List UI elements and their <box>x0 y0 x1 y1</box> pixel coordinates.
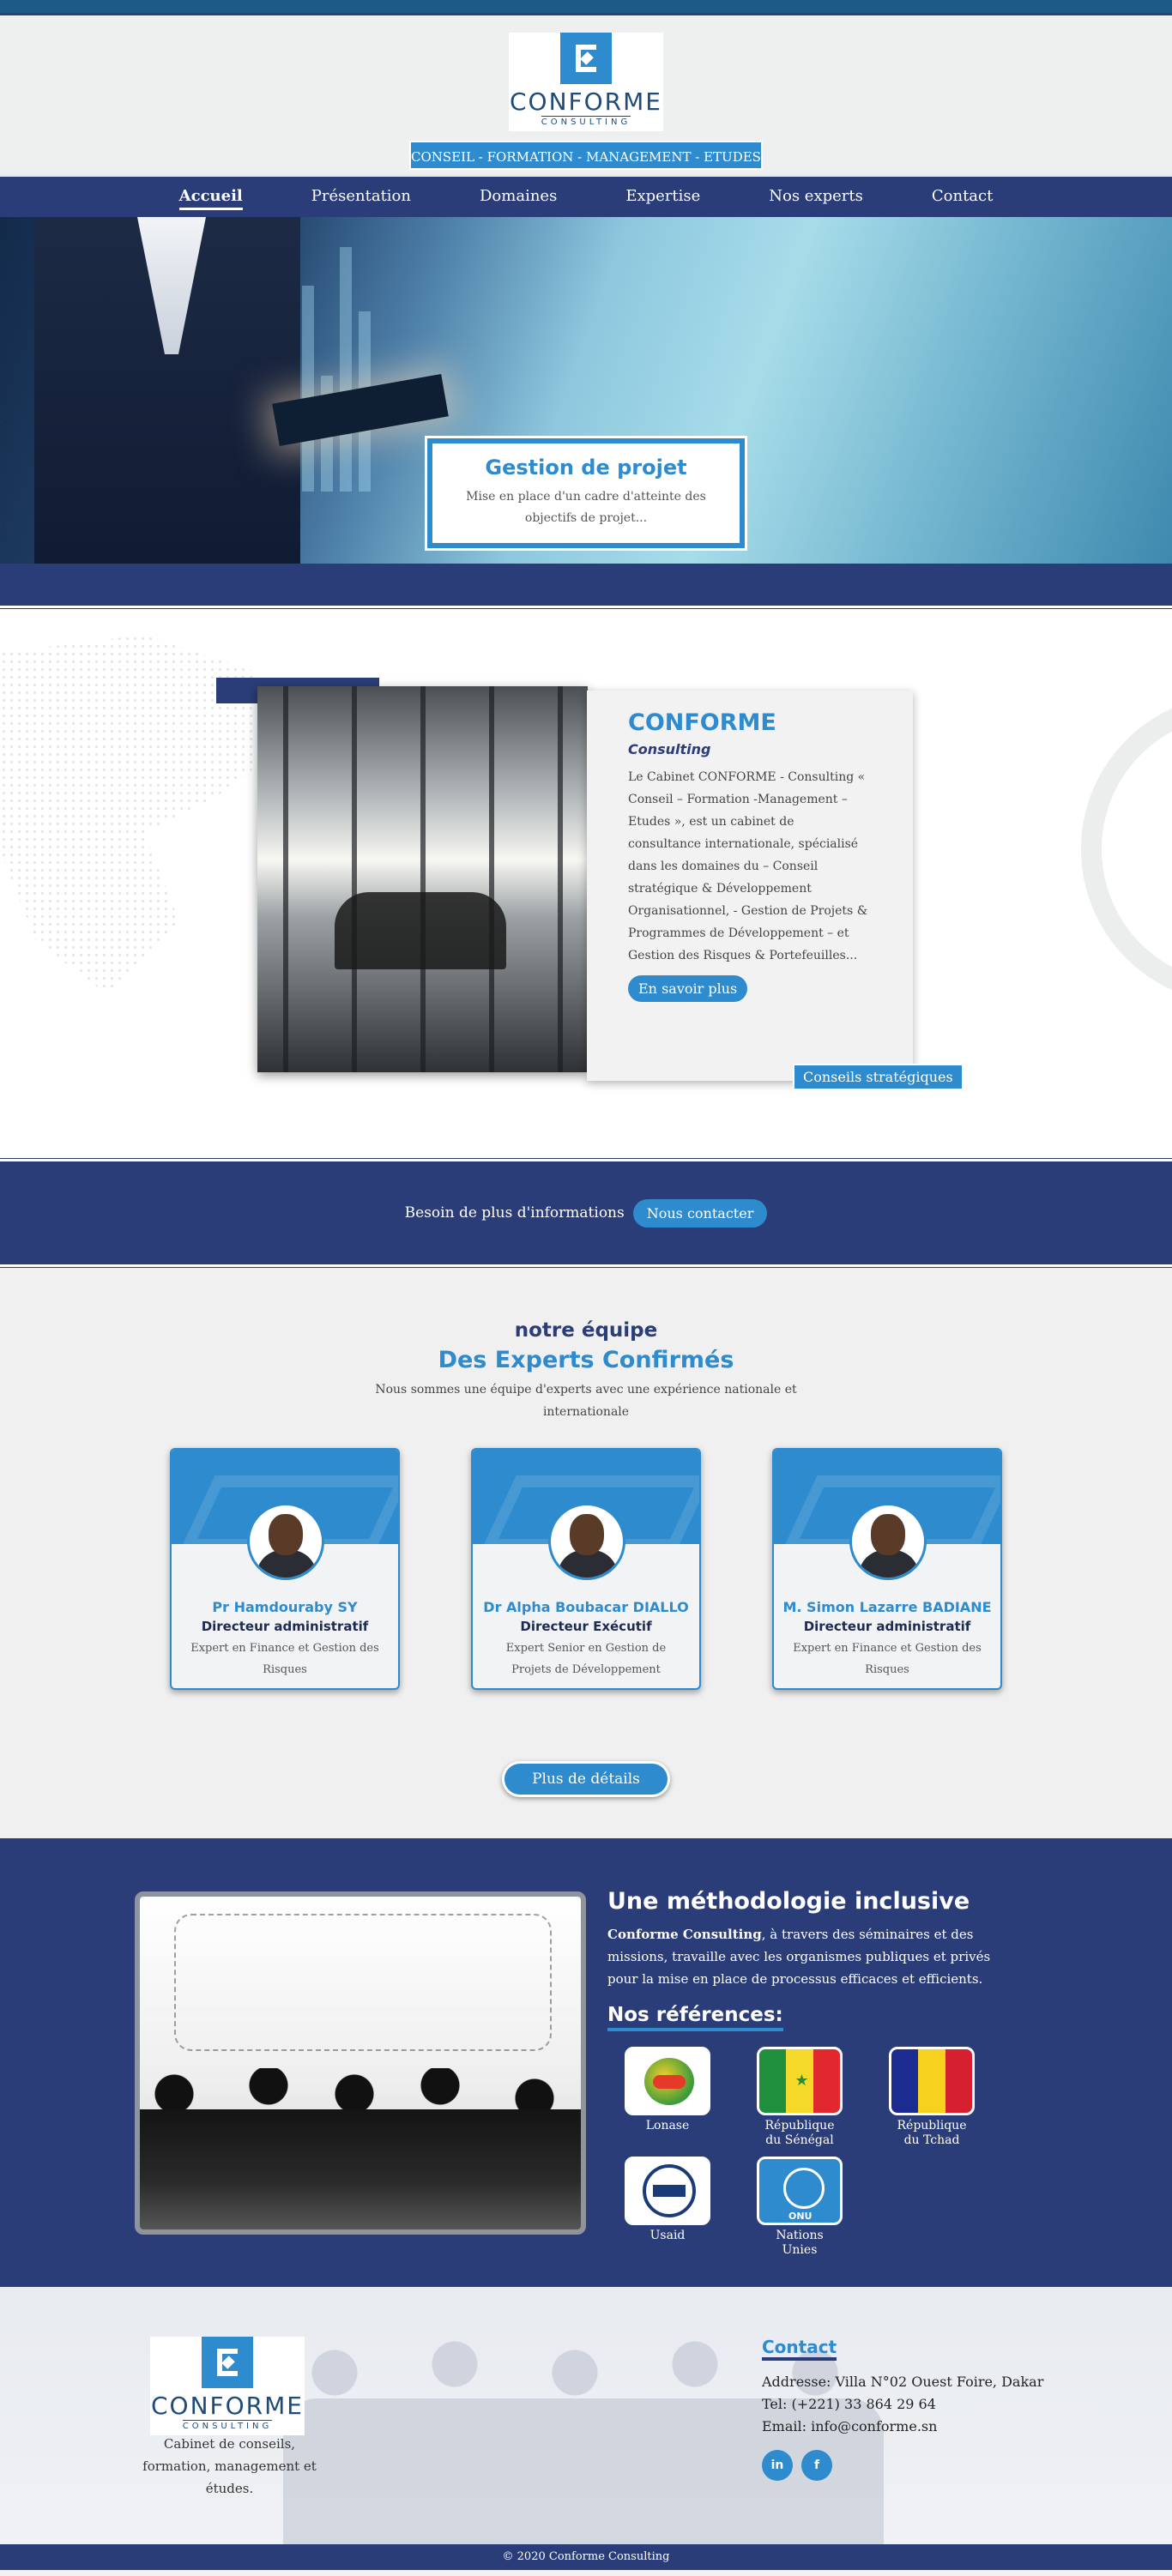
references-grid: Lonase ★ République du Sénégal Républiqu… <box>607 2047 1002 2258</box>
about-text: Le Cabinet CONFORME - Consulting « Conse… <box>628 770 868 962</box>
meeting-room-photo <box>257 686 588 1072</box>
top-strip <box>0 0 1172 15</box>
hero-caption-card: Gestion de projet Mise en place d'un cad… <box>425 436 747 551</box>
about-title: CONFORME <box>628 709 776 736</box>
linkedin-icon[interactable]: in <box>762 2450 793 2481</box>
hero-slider: Gestion de projet Mise en place d'un cad… <box>0 217 1172 605</box>
logo-subtitle: CONSULTING <box>541 116 631 127</box>
about-section: CONFORME Consulting Le Cabinet CONFORME … <box>0 609 1172 1158</box>
expert-role: Directeur administratif <box>803 1619 971 1634</box>
footer-logo[interactable]: CONFORME CONSULTING <box>150 2337 305 2435</box>
footer-contact: Contact Addresse: Villa N°02 Ouest Foire… <box>762 2337 1043 2481</box>
copyright: © 2020 Conforme Consulting <box>0 2544 1172 2570</box>
team-meeting-illustration <box>135 1891 586 2235</box>
un-logo-icon <box>757 2157 843 2225</box>
hero-title: Gestion de projet <box>485 455 687 480</box>
nav-item-domaines[interactable]: Domaines <box>445 177 591 217</box>
contact-title: Contact <box>762 2337 837 2361</box>
avatar <box>247 1503 324 1580</box>
expert-desc: Expert en Finance et Gestion des Risques <box>793 1642 982 1676</box>
nav-item-expertise[interactable]: Expertise <box>591 177 734 217</box>
site-header: CONFORME CONSULTING CONSEIL - FORMATION … <box>0 15 1172 174</box>
expert-name: Dr Alpha Boubacar DIALLO <box>483 1599 689 1615</box>
contact-cta-text: Besoin de plus d'informations <box>404 1204 625 1222</box>
logo-wordmark: CONFORME <box>510 87 662 116</box>
team-section: notre équipe Des Experts Confirmés Nous … <box>0 1268 1172 1838</box>
nav-item-presentation[interactable]: Présentation <box>277 177 445 217</box>
contact-phone[interactable]: Tel: (+221) 33 864 29 64 <box>762 2393 1043 2416</box>
site-logo[interactable]: CONFORME CONSULTING <box>509 33 663 131</box>
strategic-advice-tag[interactable]: Conseils stratégiques <box>793 1064 964 1090</box>
tagline-banner: CONSEIL - FORMATION - MANAGEMENT - ETUDE… <box>409 141 763 170</box>
nav-item-contact[interactable]: Contact <box>897 177 1027 217</box>
facebook-icon[interactable]: f <box>801 2450 832 2481</box>
footer-description: Cabinet de conseils, formation, manageme… <box>142 2436 317 2496</box>
logo-c-icon <box>202 2337 253 2388</box>
lonase-logo-icon <box>625 2047 710 2115</box>
expert-desc: Expert en Finance et Gestion des Risques <box>190 1642 379 1676</box>
contact-cta-band: Besoin de plus d'informations Nous conta… <box>0 1162 1172 1264</box>
team-intro: Nous sommes une équipe d'experts avec un… <box>375 1383 797 1419</box>
hero-text: Mise en place d'un cadre d'atteinte des … <box>466 490 706 525</box>
main-nav: Accueil Présentation Domaines Expertise … <box>0 174 1172 217</box>
more-details-button[interactable]: Plus de détails <box>502 1761 670 1797</box>
chad-flag-icon <box>889 2047 975 2115</box>
expert-card[interactable]: M. Simon Lazarre BADIANE Directeur admin… <box>772 1448 1002 1690</box>
usaid-logo-icon <box>625 2157 710 2225</box>
learn-more-button[interactable]: En savoir plus <box>628 975 748 1002</box>
contact-address: Addresse: Villa N°02 Ouest Foire, Dakar <box>762 2374 1044 2390</box>
avatar <box>548 1503 625 1580</box>
reference-usaid[interactable]: Usaid <box>625 2157 710 2258</box>
team-kicker: notre équipe <box>514 1319 658 1342</box>
expert-name: Pr Hamdouraby SY <box>212 1599 358 1615</box>
method-title: Une méthodologie inclusive <box>607 1888 970 1915</box>
team-title: Des Experts Confirmés <box>438 1347 734 1373</box>
reference-lonase[interactable]: Lonase <box>625 2047 710 2148</box>
expert-desc: Expert Senior en Gestion de Projets de D… <box>505 1642 667 1676</box>
expert-role: Directeur Exécutif <box>520 1619 652 1634</box>
about-card: CONFORME Consulting Le Cabinet CONFORME … <box>587 691 913 1081</box>
senegal-flag-icon: ★ <box>757 2047 843 2115</box>
site-footer: CONFORME CONSULTING Cabinet de conseils,… <box>0 2287 1172 2544</box>
contact-email[interactable]: Email: info@conforme.sn <box>762 2416 1043 2438</box>
about-subtitle: Consulting <box>628 741 711 757</box>
references-title: Nos références: <box>607 2004 783 2031</box>
method-text: Conforme Consulting, à travers des sémin… <box>607 1927 991 1987</box>
expert-card[interactable]: Pr Hamdouraby SY Directeur administratif… <box>170 1448 400 1690</box>
expert-name: M. Simon Lazarre BADIANE <box>782 1599 992 1615</box>
avatar <box>849 1503 927 1580</box>
nav-item-accueil[interactable]: Accueil <box>145 177 277 217</box>
decorative-circle <box>1081 695 1172 1004</box>
logo-c-icon <box>560 33 612 84</box>
nav-item-nos-experts[interactable]: Nos experts <box>734 177 897 217</box>
reference-onu[interactable]: Nations Unies <box>757 2157 843 2258</box>
methodology-section: Une méthodologie inclusive Conforme Cons… <box>0 1838 1172 2287</box>
expert-card[interactable]: Dr Alpha Boubacar DIALLO Directeur Exécu… <box>471 1448 701 1690</box>
reference-senegal[interactable]: ★ République du Sénégal <box>757 2047 843 2148</box>
reference-tchad[interactable]: République du Tchad <box>889 2047 975 2148</box>
contact-us-button[interactable]: Nous contacter <box>632 1198 768 1228</box>
expert-role: Directeur administratif <box>201 1619 369 1634</box>
